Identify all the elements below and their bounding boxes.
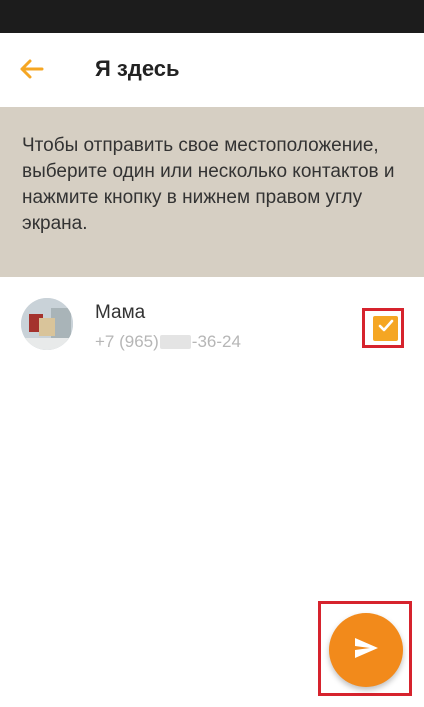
back-button[interactable] bbox=[18, 55, 58, 83]
arrow-left-icon bbox=[18, 57, 46, 81]
info-panel: Чтобы отправить свое местоположение, выб… bbox=[0, 107, 424, 277]
contact-name: Мама bbox=[95, 302, 146, 323]
avatar bbox=[21, 298, 73, 350]
phone-suffix: -36-24 bbox=[191, 332, 241, 351]
contact-phone: +7 (965) -36-24 bbox=[95, 332, 241, 352]
send-location-button[interactable] bbox=[329, 613, 403, 687]
page-title: Я здесь bbox=[95, 56, 180, 81]
phone-mask bbox=[159, 335, 191, 349]
send-icon bbox=[351, 633, 381, 668]
info-text: Чтобы отправить свое местоположение, выб… bbox=[22, 135, 395, 234]
phone-prefix: +7 (965) bbox=[95, 332, 159, 351]
contact-row[interactable]: Мама +7 (965) -36-24 bbox=[0, 290, 424, 370]
app-bar: Я здесь bbox=[0, 33, 424, 107]
contact-checkbox[interactable] bbox=[373, 316, 398, 341]
check-icon bbox=[377, 317, 395, 340]
status-bar bbox=[0, 0, 424, 33]
